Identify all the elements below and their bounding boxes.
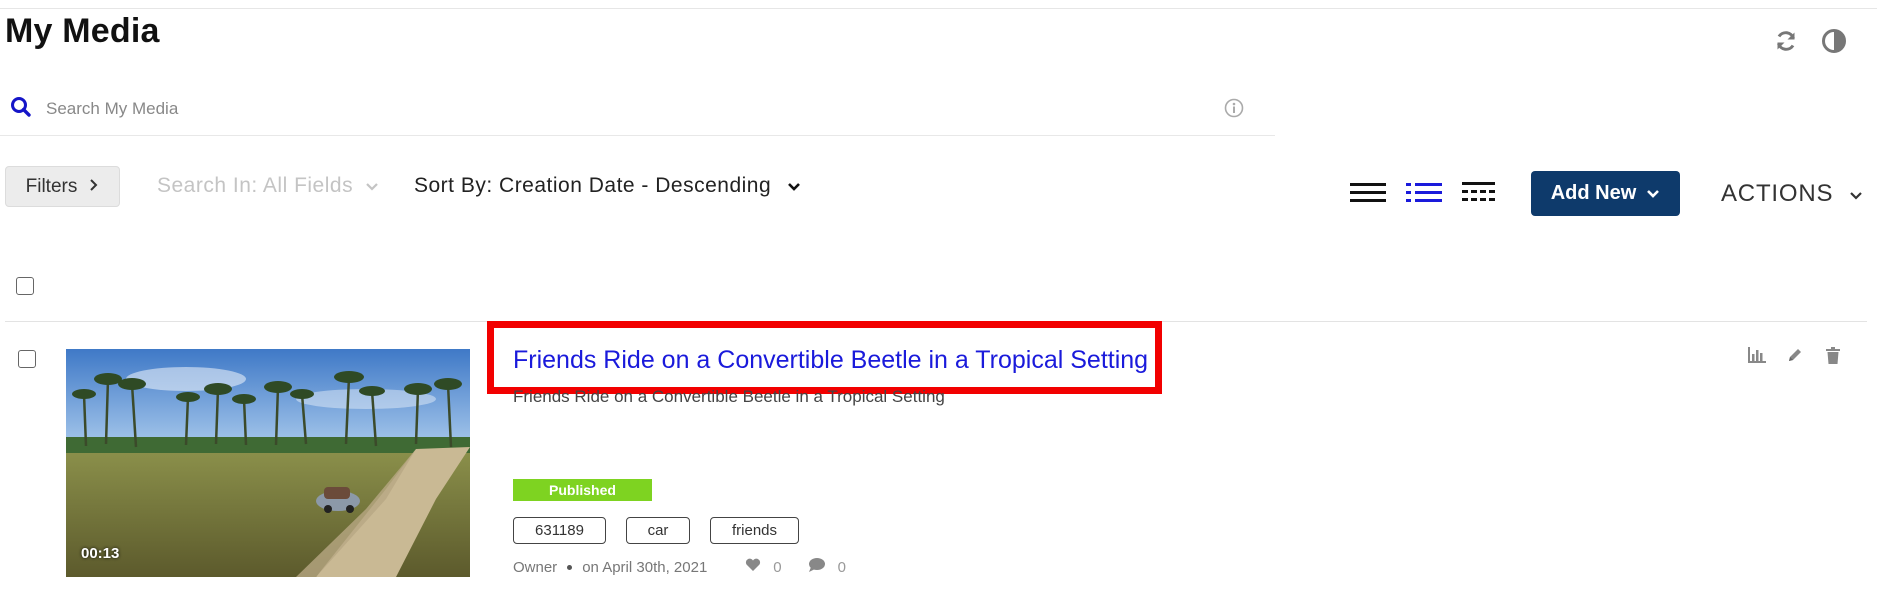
chevron-down-icon xyxy=(365,174,379,198)
info-icon[interactable] xyxy=(1224,98,1244,123)
heart-icon xyxy=(745,558,761,576)
chevron-right-icon xyxy=(89,176,99,198)
sort-by-dropdown[interactable]: Sort By: Creation Date - Descending xyxy=(414,174,801,198)
search-in-dropdown[interactable]: Search In: All Fields xyxy=(157,174,379,198)
compact-list-view-icon[interactable] xyxy=(1350,178,1386,206)
search-icon[interactable] xyxy=(10,96,32,123)
top-divider xyxy=(0,8,1877,9)
owner-label: Owner xyxy=(513,558,558,576)
edit-pencil-icon[interactable] xyxy=(1786,346,1804,364)
row-checkbox[interactable] xyxy=(18,350,36,368)
table-view-icon[interactable] xyxy=(1462,178,1498,206)
trash-icon[interactable] xyxy=(1824,346,1842,364)
creation-date: on April 30th, 2021 xyxy=(582,558,708,576)
search-input[interactable] xyxy=(46,94,1196,124)
chevron-down-icon xyxy=(1849,180,1863,208)
actions-dropdown[interactable]: ACTIONS xyxy=(1721,180,1863,208)
likes-stat: 0 xyxy=(745,558,782,576)
media-description: Friends Ride on a Convertible Beetle in … xyxy=(513,387,945,406)
comments-stat: 0 xyxy=(808,557,846,577)
tag-list: 631189 car friends xyxy=(513,517,799,544)
chevron-down-icon xyxy=(787,174,801,198)
comment-icon xyxy=(808,557,826,577)
media-thumbnail[interactable]: 00:13 xyxy=(66,349,470,577)
search-bar xyxy=(0,88,1275,136)
add-new-label: Add New xyxy=(1550,182,1637,204)
likes-count: 0 xyxy=(773,558,782,576)
media-meta: Owner on April 30th, 2021 0 0 xyxy=(513,557,846,577)
detailed-list-view-icon[interactable] xyxy=(1406,178,1442,206)
view-mode-toggles xyxy=(1350,178,1498,206)
duration-label: 00:13 xyxy=(81,545,120,562)
add-new-button[interactable]: Add New xyxy=(1531,171,1680,216)
filters-button[interactable]: Filters xyxy=(5,166,120,207)
row-actions xyxy=(1748,346,1842,364)
tag[interactable]: 631189 xyxy=(513,517,606,544)
select-all-checkbox[interactable] xyxy=(16,277,34,295)
separator-dot xyxy=(567,564,573,570)
refresh-icon[interactable] xyxy=(1771,26,1801,56)
page-title: My Media xyxy=(5,12,160,50)
sort-by-label: Sort By: Creation Date - Descending xyxy=(414,174,772,197)
header-icons xyxy=(1771,26,1849,56)
analytics-icon[interactable] xyxy=(1748,346,1766,364)
status-badge: Published xyxy=(513,479,652,501)
search-in-label: Search In: All Fields xyxy=(157,174,354,197)
comments-count: 0 xyxy=(837,558,846,576)
media-title-link[interactable]: Friends Ride on a Convertible Beetle in … xyxy=(513,346,1148,375)
tag[interactable]: friends xyxy=(710,517,799,544)
chevron-down-icon xyxy=(1646,182,1660,205)
actions-label: ACTIONS xyxy=(1721,180,1834,207)
tag[interactable]: car xyxy=(626,517,690,544)
filters-label: Filters xyxy=(25,175,78,197)
contrast-icon[interactable] xyxy=(1819,26,1849,56)
